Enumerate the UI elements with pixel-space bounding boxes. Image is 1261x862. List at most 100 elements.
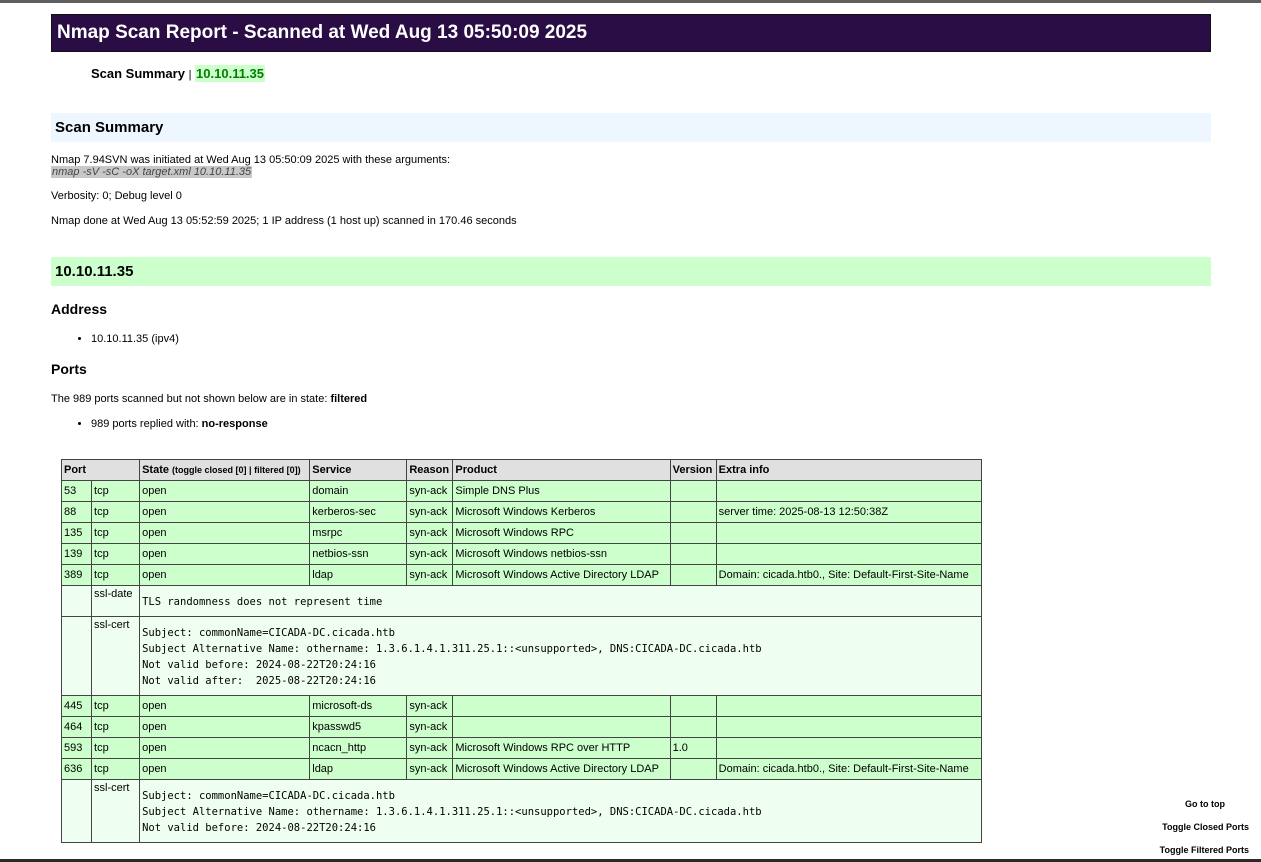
scan-summary-heading: Scan Summary [51,113,1211,142]
go-to-top-link[interactable]: Go to top [1185,799,1225,809]
scan-initiated-block: Nmap 7.94SVN was initiated at Wed Aug 13… [51,154,1211,178]
script-spacer [60,585,93,617]
cell-port: 135 [60,522,93,544]
script-output: Subject: commonName=CICADA-DC.cicada.htb… [139,779,982,843]
cell-proto: tcp [91,480,141,502]
cell-version [669,480,717,502]
cell-service: ldap [309,564,408,586]
cell-state: open [139,543,311,565]
cell-service: domain [309,480,408,502]
page-title: Nmap Scan Report - Scanned at Wed Aug 13… [51,14,1211,52]
col-port: Port [60,459,141,481]
cell-extra [715,695,983,717]
table-row: 135 tcp open msrpc syn-ack Microsoft Win… [60,522,983,544]
table-row: 593 tcp open ncacn_http syn-ack Microsof… [60,737,983,759]
cell-extra [715,480,983,502]
address-list: 10.10.11.35 (ipv4) [51,333,1211,345]
script-output-text: Subject: commonName=CICADA-DC.cicada.htb… [142,790,762,834]
toggle-filtered-ports-link[interactable]: Toggle Filtered Ports [1160,845,1249,855]
col-reason: Reason [406,459,454,481]
col-state: State (toggle closed [0] | filtered [0]) [139,459,311,481]
cell-port: 636 [60,758,93,780]
cell-extra [715,716,983,738]
cell-version [669,501,717,523]
script-name: ssl-date [91,585,141,617]
table-header-row: Port State (toggle closed [0] | filtered… [60,459,983,481]
ports-heading: Ports [51,361,87,377]
cell-reason: syn-ack [406,758,454,780]
table-row: 88 tcp open kerberos-sec syn-ack Microso… [60,501,983,523]
summary-nav-label[interactable]: Scan Summary [91,66,185,81]
cell-proto: tcp [91,716,141,738]
cell-extra: server time: 2025-08-13 12:50:38Z [715,501,983,523]
cell-port: 464 [60,716,93,738]
cell-state: open [139,564,311,586]
toggle-closed-ports-link[interactable]: Toggle Closed Ports [1162,822,1249,832]
cell-product: Microsoft Windows netbios-ssn [452,543,671,565]
script-spacer [60,779,93,843]
script-output-text: TLS randomness does not represent time [142,596,383,608]
cell-state: open [139,501,311,523]
cell-port: 389 [60,564,93,586]
toggle-closed-filtered-link[interactable]: (toggle closed [0] | filtered [0]) [172,465,301,475]
cell-reason: syn-ack [406,543,454,565]
cell-version [669,522,717,544]
report-content: Nmap Scan Report - Scanned at Wed Aug 13… [51,14,1211,430]
cell-service: kpasswd5 [309,716,408,738]
cell-port: 139 [60,543,93,565]
address-heading: Address [51,301,108,317]
scan-initiated-text: Nmap 7.94SVN was initiated at Wed Aug 13… [51,154,451,166]
replied-list: 989 ports replied with: no-response [51,418,1211,430]
cell-extra: Domain: cicada.htb0., Site: Default-Firs… [715,564,983,586]
cell-state: open [139,737,311,759]
cell-service: msrpc [309,522,408,544]
cell-version [669,695,717,717]
col-product: Product [452,459,671,481]
cell-product: Microsoft Windows RPC [452,522,671,544]
address-item: 10.10.11.35 (ipv4) [91,333,1211,345]
cell-reason: syn-ack [406,522,454,544]
script-row: ssl-cert Subject: commonName=CICADA-DC.c… [60,616,982,696]
cell-service: kerberos-sec [309,501,408,523]
cell-port: 445 [60,695,93,717]
host-heading: 10.10.11.35 [51,257,1211,286]
replied-item: 989 ports replied with: no-response [91,418,1211,430]
col-extra: Extra info [715,459,983,481]
cell-proto: tcp [91,501,141,523]
cell-version [669,564,717,586]
cell-state: open [139,480,311,502]
cell-product [452,695,671,717]
cell-reason: syn-ack [406,564,454,586]
cell-extra [715,543,983,565]
cell-port: 53 [60,480,93,502]
table-row: 389 tcp open ldap syn-ack Microsoft Wind… [60,564,983,586]
cell-product: Simple DNS Plus [452,480,671,502]
summary-nav-host-link[interactable]: 10.10.11.35 [195,65,266,82]
script-output-text: Subject: commonName=CICADA-DC.cicada.htb… [142,627,762,687]
cell-service: netbios-ssn [309,543,408,565]
cell-version [669,758,717,780]
cell-reason: syn-ack [406,716,454,738]
cell-reason: syn-ack [406,480,454,502]
cell-product: Microsoft Windows Active Directory LDAP [452,564,671,586]
script-output: Subject: commonName=CICADA-DC.cicada.htb… [139,616,982,696]
script-row: ssl-date TLS randomness does not represe… [60,585,982,617]
script-output: TLS randomness does not represent time [139,585,982,617]
cell-reason: syn-ack [406,737,454,759]
table-row: 636 tcp open ldap syn-ack Microsoft Wind… [60,758,983,780]
replied-text: 989 ports replied with: [91,418,202,430]
cell-service: ncacn_http [309,737,408,759]
col-service: Service [309,459,408,481]
cell-proto: tcp [91,758,141,780]
script-spacer [60,616,93,696]
table-row: 139 tcp open netbios-ssn syn-ack Microso… [60,543,983,565]
table-row: 445 tcp open microsoft-ds syn-ack [60,695,983,717]
table-row: 464 tcp open kpasswd5 syn-ack [60,716,983,738]
cell-version: 1.0 [669,737,717,759]
cell-extra: Domain: cicada.htb0., Site: Default-Firs… [715,758,983,780]
cell-reason: syn-ack [406,501,454,523]
cell-product: Microsoft Windows RPC over HTTP [452,737,671,759]
cell-state: open [139,716,311,738]
ports-note: The 989 ports scanned but not shown belo… [51,393,1211,405]
script-name: ssl-cert [91,616,141,696]
